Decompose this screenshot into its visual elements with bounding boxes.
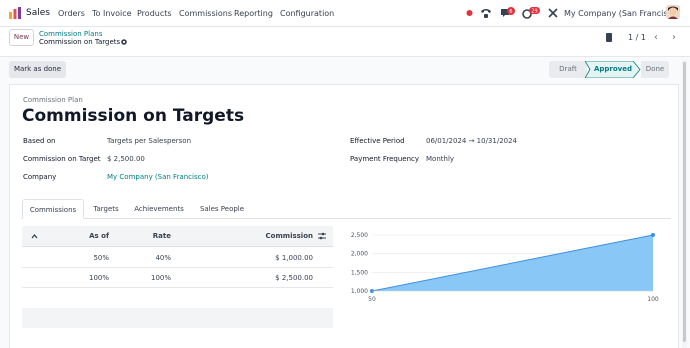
- status-dot-icon: [466, 10, 473, 16]
- field-value-payment-frequency[interactable]: Monthly: [426, 155, 454, 163]
- chart-x-tick-label: 100: [647, 296, 659, 303]
- scrollbar-thumb[interactable]: [683, 62, 686, 342]
- field-label-effective-period: Effective Period: [350, 137, 405, 145]
- tools-icon[interactable]: [548, 7, 558, 19]
- messages-badge: 6: [509, 9, 512, 15]
- field-value-commission-on-target[interactable]: $ 2,500.00: [107, 155, 145, 163]
- table-row[interactable]: 50% 40% $ 1,000.00: [22, 248, 333, 268]
- cell-commission[interactable]: $ 1,000.00: [275, 254, 313, 262]
- new-button[interactable]: New: [9, 29, 34, 46]
- tab-targets[interactable]: Targets: [87, 199, 125, 219]
- chart-y-tick-label: 2,500: [351, 232, 368, 239]
- activities-badge: 29: [531, 9, 537, 15]
- pager-value[interactable]: 1 / 1: [628, 33, 646, 42]
- menu-configuration[interactable]: Configuration: [280, 9, 334, 18]
- gear-icon[interactable]: [120, 38, 128, 46]
- field-value-company[interactable]: My Company (San Francisco): [107, 173, 208, 181]
- stage-draft[interactable]: Draft: [549, 61, 587, 78]
- record-title[interactable]: Commission on Targets: [22, 106, 244, 126]
- column-settings-icon[interactable]: [318, 232, 326, 240]
- field-label-payment-frequency: Payment Frequency: [350, 155, 420, 163]
- cell-commission[interactable]: $ 2,500.00: [275, 274, 313, 282]
- stage-done[interactable]: Done: [641, 61, 669, 78]
- cell-rate[interactable]: 40%: [155, 254, 171, 262]
- messages-icon[interactable]: 6: [500, 7, 516, 19]
- mark-as-done-button[interactable]: Mark as done: [9, 61, 66, 78]
- cell-as-of[interactable]: 50%: [93, 254, 109, 262]
- stage-approved[interactable]: Approved: [589, 61, 637, 78]
- chart-y-tick-label: 2,000: [351, 251, 368, 258]
- chevron-up-icon[interactable]: [31, 233, 38, 239]
- record-type-label: Commission Plan: [23, 96, 83, 104]
- tab-achievements[interactable]: Achievements: [130, 199, 188, 219]
- control-panel: New Commission Plans Commission on Targe…: [0, 27, 690, 57]
- status-bar: Mark as done Draft Approved Done: [9, 60, 679, 80]
- activities-icon[interactable]: 29: [522, 7, 542, 19]
- chart-x-tick-label: 50: [368, 296, 376, 303]
- field-label-based-on: Based on: [23, 137, 56, 145]
- column-header-commission[interactable]: Commission: [266, 232, 313, 240]
- chart-y-tick-label: 1,000: [351, 288, 368, 295]
- pager-previous-button[interactable]: ‹: [650, 31, 662, 45]
- menu-to-invoice[interactable]: To Invoice: [92, 9, 132, 18]
- field-value-based-on[interactable]: Targets per Salesperson: [107, 137, 191, 145]
- breadcrumb-parent[interactable]: Commission Plans: [39, 30, 102, 38]
- cell-as-of[interactable]: 100%: [89, 274, 109, 282]
- app-name[interactable]: Sales: [26, 8, 50, 18]
- menu-products[interactable]: Products: [137, 9, 172, 18]
- avatar-image: [666, 5, 680, 19]
- field-label-commission-on-target: Commission on Target: [23, 155, 101, 163]
- tab-commissions[interactable]: Commissions: [22, 199, 84, 219]
- sales-app-icon[interactable]: [9, 7, 21, 19]
- column-header-rate[interactable]: Rate: [153, 232, 171, 240]
- table-footer: [22, 308, 333, 328]
- menu-reporting[interactable]: Reporting: [234, 9, 273, 18]
- phone-icon[interactable]: [480, 7, 492, 19]
- field-value-effective-period[interactable]: 06/01/2024 → 10/31/2024: [426, 137, 517, 145]
- breadcrumb-current: Commission on Targets: [39, 38, 121, 46]
- user-avatar[interactable]: [666, 5, 680, 19]
- chart-data-point: [651, 233, 655, 237]
- company-switcher[interactable]: My Company (San Francisco): [564, 9, 680, 18]
- column-header-as-of[interactable]: As of: [89, 232, 109, 240]
- table-row[interactable]: 100% 100% $ 2,500.00: [22, 268, 333, 288]
- menu-orders[interactable]: Orders: [58, 9, 85, 18]
- cell-rate[interactable]: 100%: [151, 274, 171, 282]
- pager-next-button[interactable]: ›: [668, 31, 680, 45]
- menu-commissions[interactable]: Commissions: [179, 9, 232, 18]
- field-label-company: Company: [23, 173, 57, 181]
- tab-sales-people[interactable]: Sales People: [193, 199, 251, 219]
- attachment-icon[interactable]: [605, 32, 613, 43]
- chart-y-tick-label: 1,500: [351, 269, 368, 276]
- commission-chart: 2,500 2,000 1,500 1,00050 100: [351, 232, 659, 303]
- top-navbar: Sales Orders To Invoice Products Commiss…: [0, 0, 690, 27]
- table-header: As of Rate Commission: [22, 226, 333, 247]
